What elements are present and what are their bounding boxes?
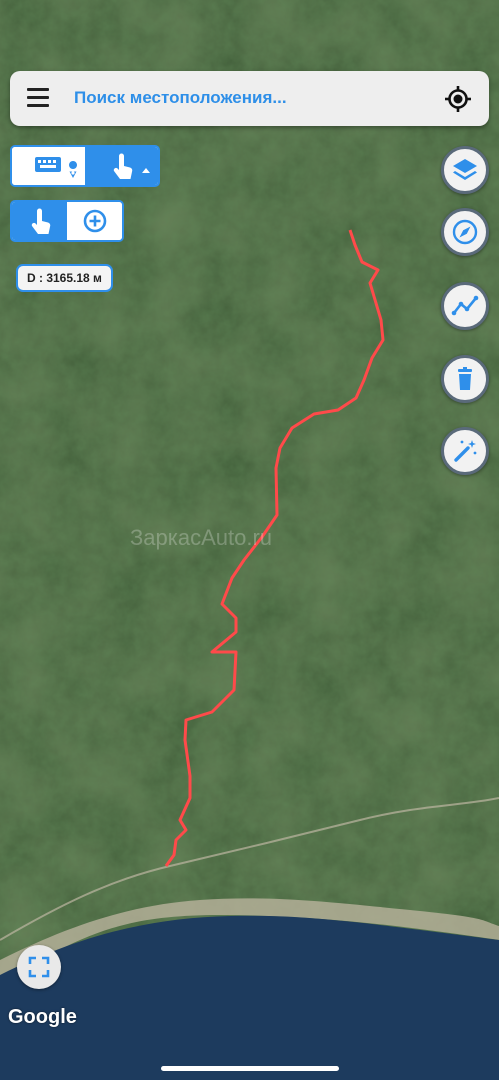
home-indicator[interactable] [161,1066,339,1071]
fullscreen-button[interactable] [17,945,61,989]
fullscreen-icon [28,956,50,978]
auto-route-button[interactable] [441,427,489,475]
compass-icon [452,219,478,245]
my-location-icon[interactable] [444,85,472,113]
search-input[interactable]: Поиск местоположения... [74,88,287,108]
watermark: ЗаркасАuto.ru [130,525,273,550]
search-bar: Поиск местоположения... [10,71,489,126]
add-point-button[interactable] [67,202,122,240]
trash-icon [458,367,472,390]
input-mode-toggle [10,145,160,187]
route-chart-icon [451,295,479,316]
hand-pointer-icon [31,208,51,234]
pan-tool-button[interactable] [12,202,67,240]
google-logo: Google [8,1006,77,1028]
tool-mode-toggle [10,200,124,242]
layers-icon [453,159,477,180]
plus-circle-icon [83,209,107,233]
delete-button[interactable] [441,355,489,403]
hand-pointer-icon [113,153,150,179]
distance-badge: D : 3165.18 м [16,264,113,292]
keyboard-mode-button[interactable] [12,147,85,185]
layers-button[interactable] [441,146,489,194]
magic-wand-icon [454,440,477,462]
touch-mode-button[interactable] [85,147,158,185]
keyboard-icon [35,157,78,178]
compass-button[interactable] [441,208,489,256]
menu-icon[interactable] [27,88,49,108]
elevation-chart-button[interactable] [441,282,489,330]
